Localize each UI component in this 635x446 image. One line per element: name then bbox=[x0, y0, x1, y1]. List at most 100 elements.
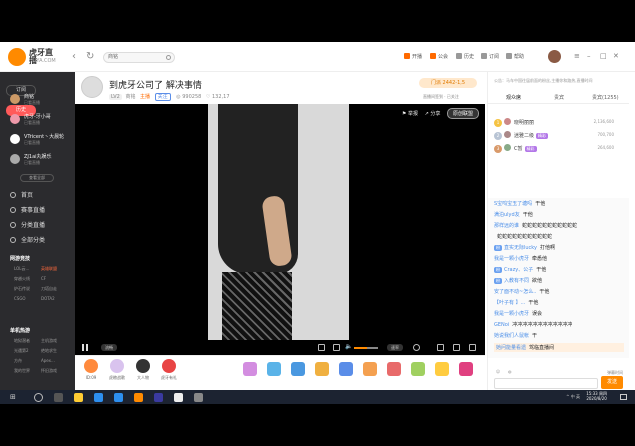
volume-slider[interactable] bbox=[354, 347, 378, 349]
host-avatar[interactable] bbox=[81, 76, 103, 98]
chat-message[interactable]: 满泊ulyd友 干他 bbox=[494, 211, 624, 218]
windows-start-icon[interactable]: ⊞ bbox=[10, 393, 19, 402]
nav-all[interactable]: 全部分类 bbox=[10, 235, 70, 247]
gift-icon[interactable] bbox=[267, 362, 281, 376]
chat-message[interactable]: GENoi 冲冲冲冲冲冲冲冲冲冲冲冲 bbox=[494, 321, 624, 328]
chat-username[interactable]: Crazy、公子 bbox=[504, 267, 533, 273]
rank-row[interactable]: 2 迷雅二级 精彩 700,700 bbox=[494, 131, 622, 143]
chat-username[interactable]: S宝呜宝玉了塘吗 bbox=[494, 201, 532, 207]
search-input[interactable]: 商铭 bbox=[103, 52, 175, 63]
sidebar-game-link[interactable]: CSGO bbox=[14, 296, 41, 306]
back-arrow-icon[interactable]: ‹ bbox=[72, 51, 76, 62]
sidebar-game-link[interactable]: 怀旧游戏 bbox=[41, 368, 68, 378]
huya-logo[interactable]: 虎牙直播 HUYA.COM bbox=[8, 47, 60, 67]
giftbar-item[interactable]: 虎粮战歌 bbox=[105, 359, 129, 381]
tab-vip[interactable]: 贵宾 bbox=[554, 94, 564, 101]
gift-icon[interactable] bbox=[411, 362, 425, 376]
rank-row[interactable]: 1 晓明丽丽 2,136,600 bbox=[494, 118, 622, 130]
share-button[interactable]: 分享 bbox=[430, 111, 440, 117]
maximize-icon[interactable]: □ bbox=[600, 52, 607, 60]
browser-icon[interactable] bbox=[94, 393, 103, 402]
sidebar-game-link[interactable]: CF bbox=[41, 276, 68, 286]
chat-message[interactable]: 那样远的谁 蛇蛇蛇蛇蛇蛇蛇蛇蛇蛇蛇 bbox=[494, 222, 624, 229]
gift-icon[interactable] bbox=[339, 362, 353, 376]
send-button[interactable]: 发送 bbox=[601, 376, 623, 389]
sidebar-game-link[interactable]: 英雄联盟 bbox=[41, 266, 68, 276]
gift-icon[interactable] bbox=[363, 362, 377, 376]
chat-message[interactable]: 她说我们人鼠帐干 bbox=[494, 332, 624, 339]
gift-icon[interactable] bbox=[291, 362, 305, 376]
notification-icon[interactable] bbox=[620, 394, 627, 400]
sidebar-game-link[interactable]: 地狱潜者 bbox=[14, 338, 41, 348]
rank-row[interactable]: 3 C暂 精彩 264,600 bbox=[494, 144, 622, 156]
sidebar-channel[interactable]: VTricent丶大晨轮 已看直播 bbox=[10, 132, 70, 150]
header-link-guild[interactable]: 公会 bbox=[430, 53, 448, 60]
sidebar-game-link[interactable]: 主机游戏 bbox=[41, 338, 68, 348]
emoji-icon[interactable]: ☺ bbox=[496, 369, 500, 374]
volume-icon[interactable]: 🔈 bbox=[345, 343, 352, 350]
host-name[interactable]: 商铭 bbox=[125, 94, 135, 100]
report-button[interactable]: 举报 bbox=[408, 111, 418, 117]
chat-username[interactable]: 那样远的谁 bbox=[494, 223, 519, 229]
chat-message[interactable]: S宝呜宝玉了塘吗 干他 bbox=[494, 200, 624, 207]
chat-username[interactable]: GENoi bbox=[494, 322, 509, 328]
chat-message[interactable]: 我是一颗小虎牙 误会 bbox=[494, 310, 624, 317]
menu-icon[interactable]: ≡ bbox=[574, 52, 580, 60]
screenshot-icon[interactable] bbox=[437, 344, 444, 351]
speed-button[interactable]: 速率 bbox=[387, 344, 403, 351]
sidebar-game-link[interactable]: 光遇第2 bbox=[14, 348, 41, 358]
toggle-icon[interactable] bbox=[413, 344, 420, 351]
chat-username[interactable]: 直实无际lucky bbox=[504, 245, 537, 251]
sidebar-channel[interactable]: ZJ1ai丸娱乐 已看直播 bbox=[10, 152, 70, 170]
chat-message[interactable]: 安了面不动~怎么.. 干他 bbox=[494, 288, 624, 295]
sidebar-game-link[interactable]: 方舟 bbox=[14, 358, 41, 368]
chat-username[interactable]: 她说我们人鼠帐 bbox=[494, 333, 529, 339]
quality-button[interactable]: 流畅 bbox=[101, 344, 117, 351]
sidebar-channel[interactable]: 商铭 已看直播 bbox=[10, 92, 70, 110]
refresh-icon[interactable]: ↻ bbox=[86, 51, 94, 62]
huya-app-icon[interactable] bbox=[134, 393, 143, 402]
view-all-button[interactable]: 查看全部 bbox=[20, 174, 54, 182]
sidebar-game-link[interactable]: 绝地求生 bbox=[41, 348, 68, 358]
barrage-icon[interactable] bbox=[318, 344, 325, 351]
header-link-live[interactable]: 开播 bbox=[404, 53, 422, 60]
nav-events[interactable]: 赛事直播 bbox=[10, 205, 70, 217]
room-actions[interactable]: 直播间签到 · 已关注 bbox=[423, 94, 459, 100]
theater-icon[interactable] bbox=[453, 344, 460, 351]
sidebar-game-link[interactable]: LOL云... bbox=[14, 266, 41, 276]
giftbar-item[interactable]: 大人物 bbox=[131, 359, 155, 381]
sidebar-game-link[interactable]: 刀塔自走 bbox=[41, 286, 68, 296]
taskbar-clock[interactable]: 15:33 周四 2020/8/20 bbox=[586, 391, 607, 401]
gift-icon[interactable] bbox=[459, 362, 473, 376]
chat-message[interactable]: 【叶子有 】... 干他 bbox=[494, 299, 624, 306]
header-link-history[interactable]: 历史 bbox=[456, 53, 474, 60]
tab-audience[interactable]: 观众席 bbox=[506, 94, 521, 101]
follow-button[interactable]: 关注 bbox=[154, 93, 171, 101]
nav-home[interactable]: 首页 bbox=[10, 190, 70, 202]
nav-categories[interactable]: 分类直播 bbox=[10, 220, 70, 232]
chat-message[interactable]: 粉 Crazy、公子 干他 bbox=[494, 266, 624, 273]
app-icon[interactable] bbox=[194, 393, 203, 402]
chat-username[interactable]: 我是一颗小虎牙 bbox=[494, 256, 529, 262]
chat-input[interactable] bbox=[494, 378, 598, 389]
fullscreen-icon[interactable] bbox=[469, 344, 476, 351]
header-link-help[interactable]: 帮助 bbox=[506, 53, 524, 60]
sidebar-channel[interactable]: 虎牙-牙小哥 已看直播 bbox=[10, 112, 70, 130]
sidebar-game-link[interactable]: Apex... bbox=[41, 358, 68, 368]
search-icon[interactable] bbox=[34, 393, 43, 402]
chat-username[interactable]: 入教有不同 bbox=[504, 278, 529, 284]
chat-username[interactable]: 【叶子有 】... bbox=[494, 300, 525, 306]
chat-username[interactable]: 她问能量看遗 bbox=[496, 345, 526, 351]
chat-message[interactable]: 她问能量看遗 驾临直播间 bbox=[494, 343, 624, 352]
gift-icon[interactable] bbox=[243, 362, 257, 376]
tab-vip-count[interactable]: 贵宾(1255) bbox=[592, 94, 619, 101]
sidebar-game-link[interactable]: 炉石传说 bbox=[14, 286, 41, 296]
close-icon[interactable]: ✕ bbox=[613, 52, 619, 60]
fans-club-button[interactable]: 原创联盟 bbox=[446, 108, 479, 119]
search-icon[interactable] bbox=[166, 55, 171, 60]
settings-icon[interactable] bbox=[333, 344, 340, 351]
video-player[interactable]: ⚑ 举报 ↗ 分享 原创联盟 流畅 🔈 速率 bbox=[75, 104, 485, 386]
photoshop-icon[interactable] bbox=[154, 393, 163, 402]
header-link-subscribe[interactable]: 订阅 bbox=[481, 53, 499, 60]
pause-icon[interactable] bbox=[82, 344, 88, 351]
